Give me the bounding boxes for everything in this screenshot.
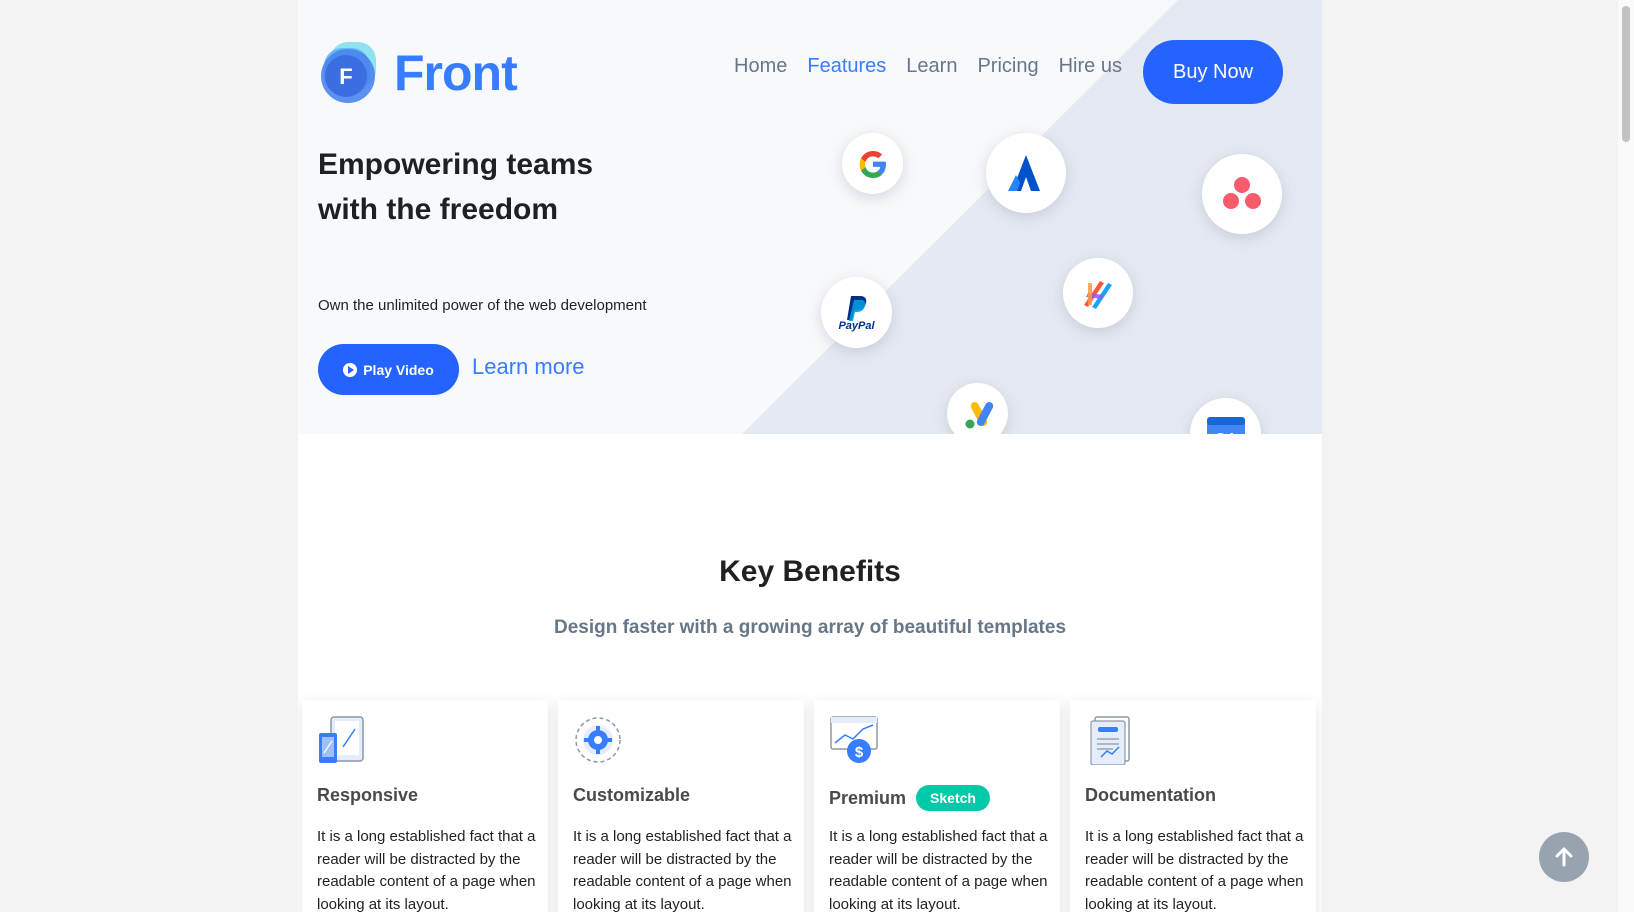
gear-icon bbox=[573, 715, 623, 765]
paypal-icon: PayPal bbox=[821, 277, 892, 348]
benefit-description: It is a long established fact that a rea… bbox=[829, 828, 1048, 912]
logo-letter: F bbox=[339, 64, 352, 89]
page: F Front Home Features Learn Pricing Hire… bbox=[298, 0, 1322, 912]
nav-features[interactable]: Features bbox=[807, 55, 886, 78]
hero-subtitle: Own the unlimited power of the web devel… bbox=[318, 297, 647, 314]
devices-icon bbox=[317, 715, 367, 765]
play-icon bbox=[343, 362, 358, 377]
play-video-button[interactable]: Play Video bbox=[318, 344, 459, 395]
logo[interactable]: F Front bbox=[318, 42, 518, 104]
document-icon bbox=[1085, 715, 1135, 766]
logo-mark-icon: F bbox=[318, 42, 380, 104]
benefit-card-customizable: Customizable It is a long established fa… bbox=[558, 700, 804, 912]
arrow-up-icon bbox=[1555, 847, 1573, 867]
asana-icon bbox=[1202, 154, 1282, 234]
benefit-title: Customizable bbox=[573, 785, 691, 805]
chart-dollar-icon: $ bbox=[829, 715, 879, 765]
nav-hire-us[interactable]: Hire us bbox=[1059, 55, 1122, 78]
buy-now-button[interactable]: Buy Now bbox=[1143, 40, 1283, 104]
main-nav: Home Features Learn Pricing Hire us bbox=[734, 55, 1142, 78]
benefit-description: It is a long established fact that a rea… bbox=[1085, 828, 1304, 912]
benefit-title: Documentation bbox=[1085, 785, 1217, 805]
key-benefits-title: Key Benefits bbox=[719, 555, 901, 588]
google-icon bbox=[842, 133, 903, 194]
calendar-day: 31 bbox=[1214, 430, 1236, 435]
site-header: F Front Home Features Learn Pricing Hire… bbox=[298, 0, 1322, 130]
nav-home[interactable]: Home bbox=[734, 55, 787, 78]
benefit-title: Premium Sketch bbox=[829, 785, 990, 811]
nav-pricing[interactable]: Pricing bbox=[977, 55, 1038, 78]
key-benefits-subtitle: Design faster with a growing array of be… bbox=[553, 617, 1067, 638]
sketch-badge: Sketch bbox=[916, 785, 990, 811]
hero-title: Empowering teams with the freedom bbox=[318, 148, 594, 226]
hero-section: F Front Home Features Learn Pricing Hire… bbox=[298, 0, 1322, 434]
benefit-card-premium: $ Premium Sketch It is a long establishe… bbox=[814, 700, 1060, 912]
benefit-card-documentation: Documentation It is a long established f… bbox=[1070, 700, 1316, 912]
benefit-title: Responsive bbox=[317, 785, 419, 805]
scrollbar[interactable] bbox=[1618, 0, 1634, 912]
scrollbar-thumb[interactable] bbox=[1622, 6, 1630, 142]
learn-more-link[interactable]: Learn more bbox=[472, 354, 585, 380]
benefit-description: It is a long established fact that a rea… bbox=[573, 828, 792, 912]
logo-text: Front bbox=[394, 45, 518, 101]
benefit-description: It is a long established fact that a rea… bbox=[317, 828, 536, 912]
benefit-card-responsive: Responsive It is a long established fact… bbox=[302, 700, 548, 912]
scroll-to-top-button[interactable] bbox=[1539, 832, 1589, 882]
zeplin-icon bbox=[1063, 258, 1133, 328]
play-video-label: Play Video bbox=[363, 361, 434, 378]
nav-learn[interactable]: Learn bbox=[906, 55, 957, 78]
atlassian-icon bbox=[986, 133, 1066, 213]
paypal-text: PayPal bbox=[838, 319, 875, 332]
svg-text:$: $ bbox=[855, 744, 864, 761]
